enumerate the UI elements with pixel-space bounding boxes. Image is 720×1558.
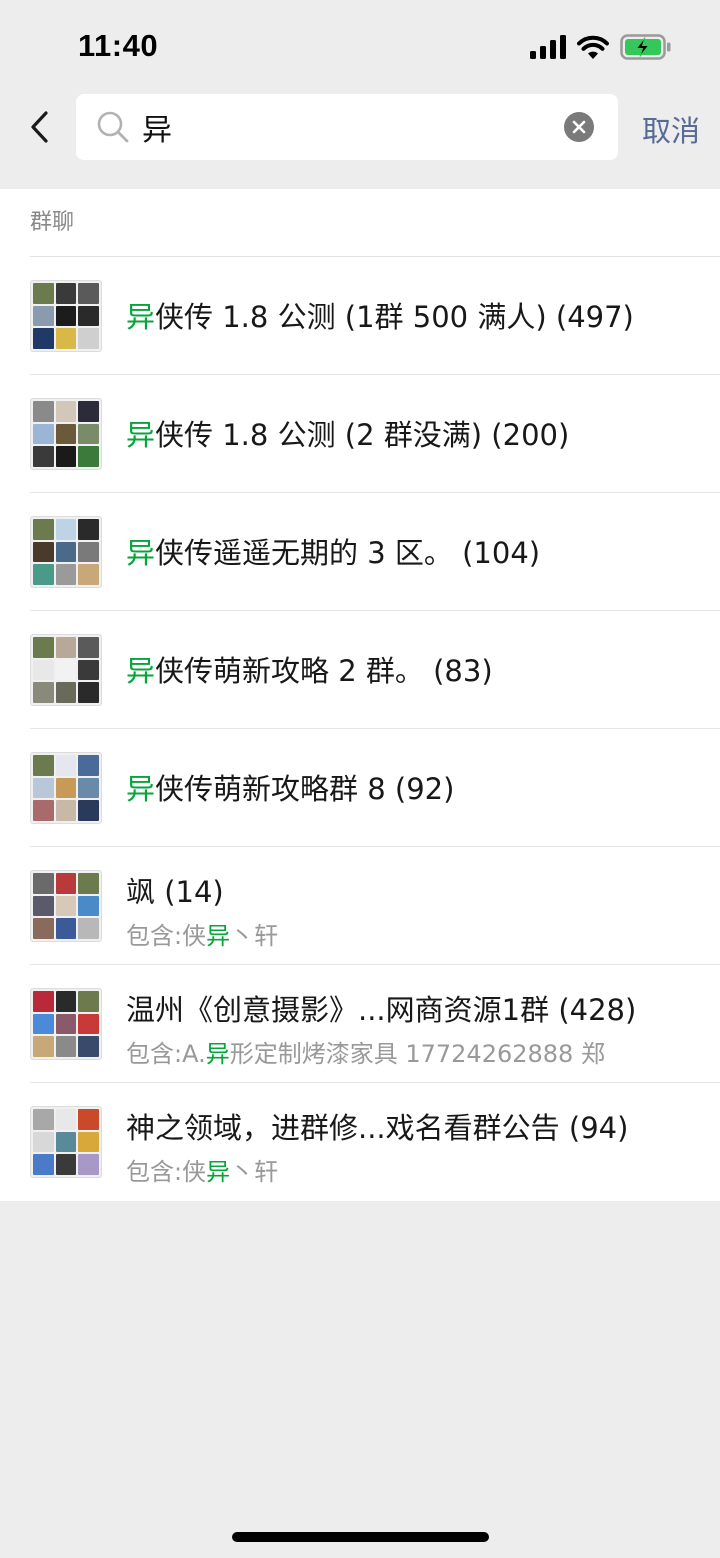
match-highlight: 异 [126,772,156,806]
wifi-icon [577,35,609,59]
group-avatar [30,988,102,1060]
match-highlight: 异 [206,1158,231,1186]
group-title: 飒 (14) [126,875,224,909]
group-chat-item[interactable]: 神之领域，进群修...戏名看群公告 (94) 包含:侠异丶轩 [30,1083,720,1201]
match-highlight: 异 [126,300,156,334]
group-member-match: 包含:A.异形定制烤漆家具 17724262888 郑 [126,1040,605,1068]
group-chat-item[interactable]: 飒 (14) 包含:侠异丶轩 [30,847,720,965]
group-avatar [30,398,102,470]
signal-icon [530,35,566,59]
group-avatar [30,752,102,824]
status-icons [530,33,672,61]
group-title: 异侠传遥遥无期的 3 区。 (104) [126,536,541,570]
group-chat-item[interactable]: 异侠传萌新攻略 2 群。 (83) [30,611,720,729]
group-chat-item[interactable]: 异侠传 1.8 公测 (1群 500 满人) (497) [30,257,720,375]
group-title: 异侠传 1.8 公测 (1群 500 满人) (497) [126,300,634,334]
section-header-group-chats: 群聊 [30,189,720,257]
group-title: 异侠传萌新攻略群 8 (92) [126,772,455,806]
group-member-match: 包含:侠异丶轩 [126,1158,279,1186]
group-avatar [30,870,102,942]
clear-icon [572,120,586,134]
search-bar-row: 取消 [0,90,720,188]
group-avatar [30,516,102,588]
group-title: 温州《创意摄影》...网商资源1群 (428) [126,993,637,1027]
group-title: 异侠传 1.8 公测 (2 群没满) (200) [126,418,570,452]
match-highlight: 异 [126,418,156,452]
back-arrow-icon [31,111,48,143]
group-avatar [30,1106,102,1178]
back-button[interactable] [22,105,62,149]
group-avatar [30,634,102,706]
home-indicator[interactable] [232,1532,489,1542]
group-member-match: 包含:侠异丶轩 [126,922,279,950]
match-highlight: 异 [126,654,156,688]
match-highlight: 异 [205,1040,230,1068]
group-chat-item[interactable]: 温州《创意摄影》...网商资源1群 (428) 包含:A.异形定制烤漆家具 17… [30,965,720,1083]
search-results: 群聊 异侠传 1.8 公测 (1群 500 满人) (497) 异侠传 1.8 … [0,189,720,1201]
match-highlight: 异 [206,922,231,950]
match-highlight: 异 [126,536,156,570]
cancel-button[interactable]: 取消 [642,108,700,150]
battery-charging-icon [620,34,671,60]
group-chat-item[interactable]: 异侠传遥遥无期的 3 区。 (104) [30,493,720,611]
search-icon [97,111,129,143]
group-title: 神之领域，进群修...戏名看群公告 (94) [126,1111,629,1145]
group-chat-item[interactable]: 异侠传 1.8 公测 (2 群没满) (200) [30,375,720,493]
group-chat-item[interactable]: 异侠传萌新攻略群 8 (92) [30,729,720,847]
clear-button[interactable] [564,112,594,142]
search-box[interactable] [76,94,618,160]
search-input[interactable] [142,103,552,151]
group-title: 异侠传萌新攻略 2 群。 (83) [126,654,493,688]
status-bar: 11:40 [0,0,720,90]
group-avatar [30,280,102,352]
status-time: 11:40 [78,28,159,63]
